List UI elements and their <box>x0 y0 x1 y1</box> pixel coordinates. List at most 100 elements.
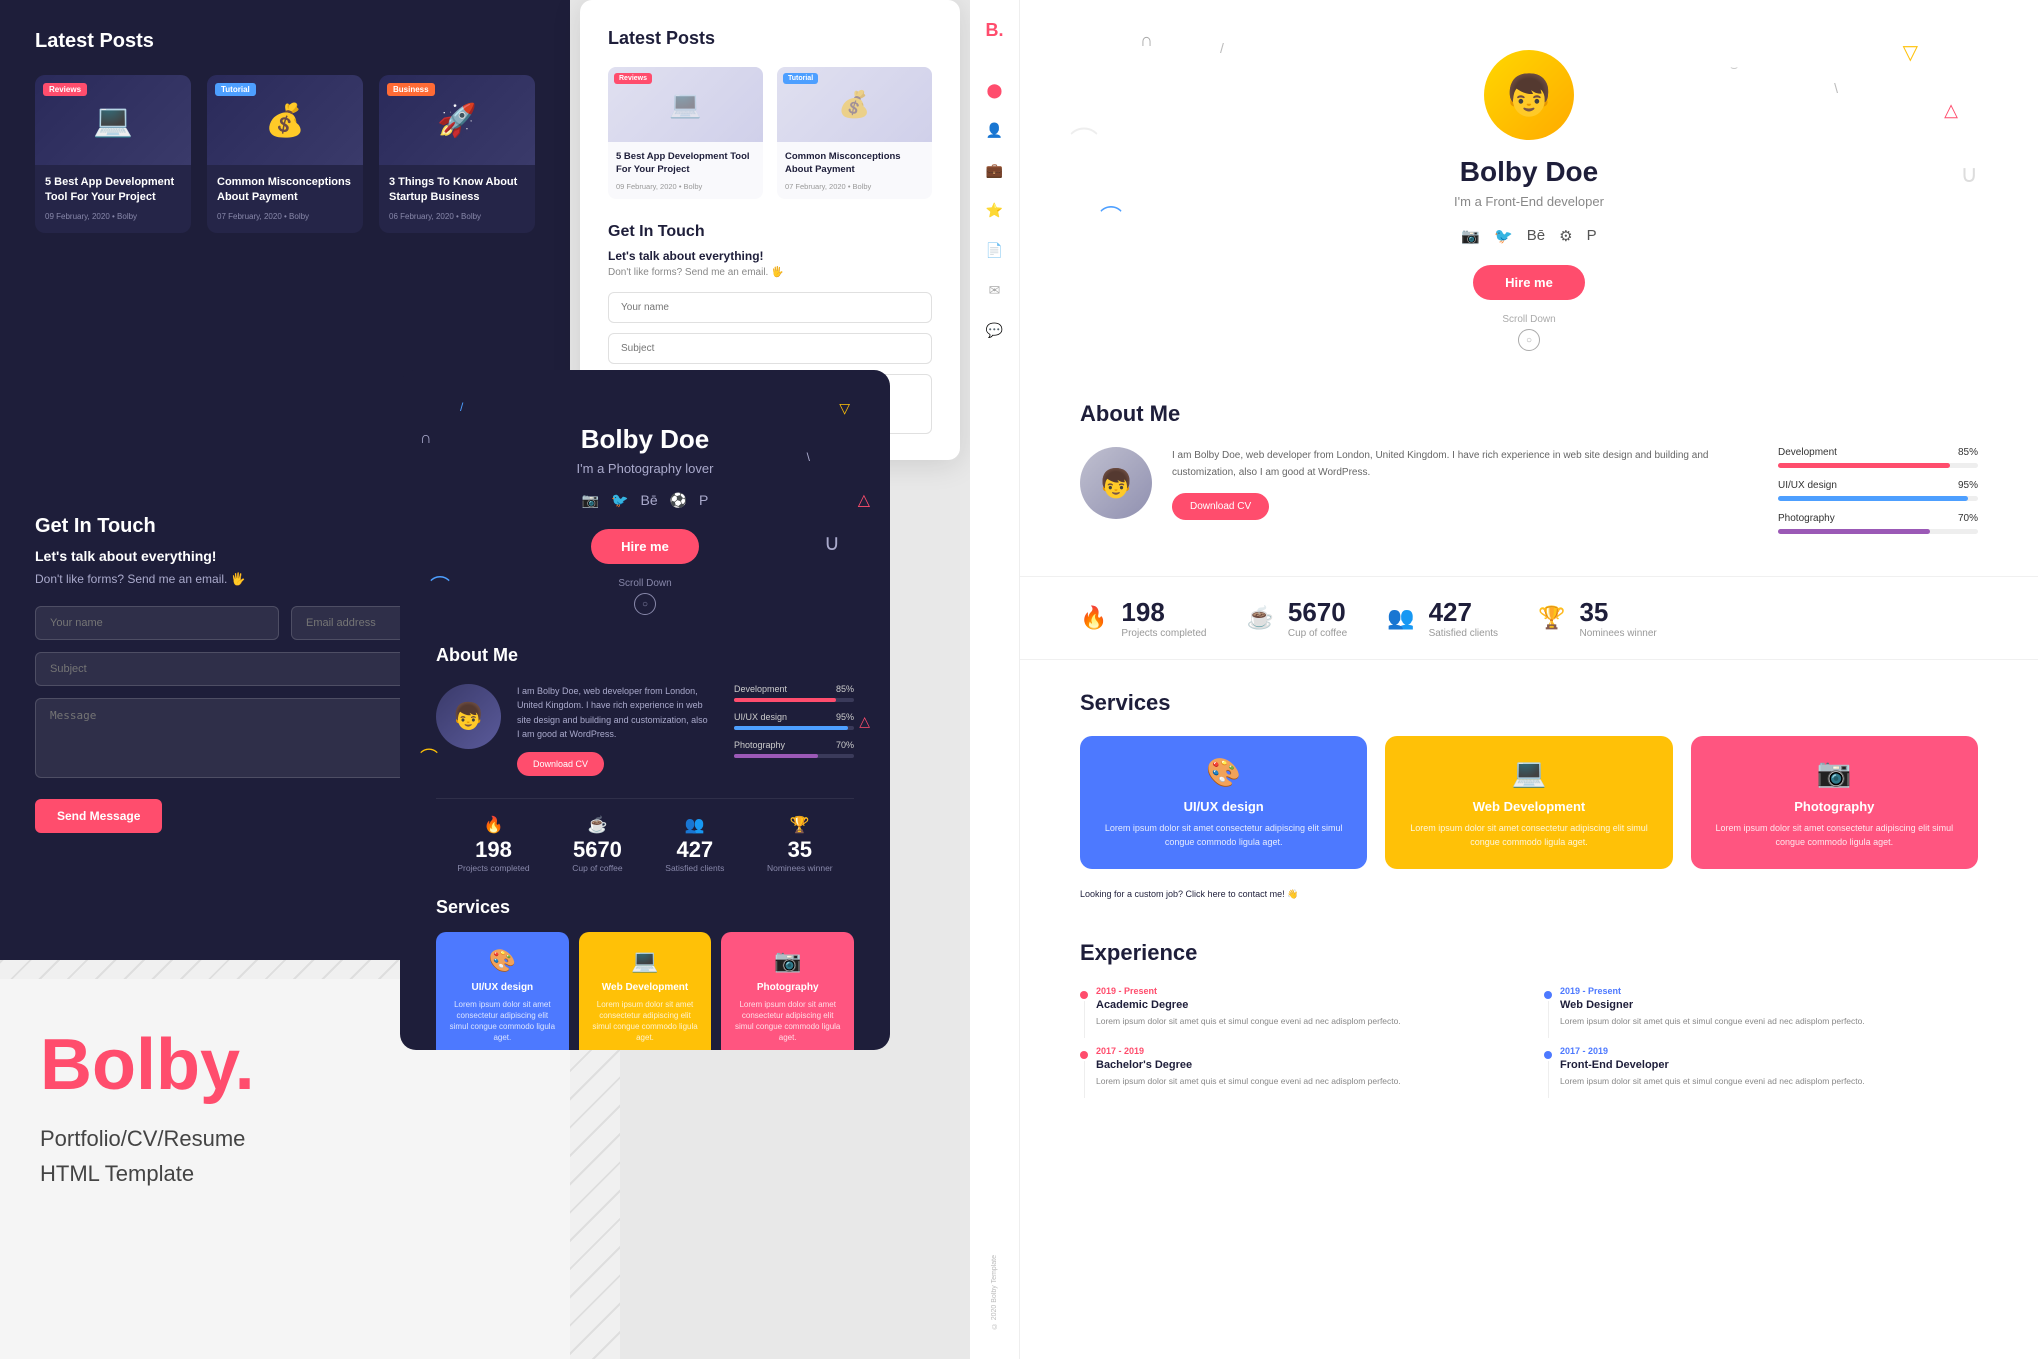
rp-scroll-down: Scroll Down ○ <box>1502 314 1555 351</box>
dark-stats-row: 🔥 198 Projects completed ☕ 5670 Cup of c… <box>436 798 854 873</box>
rp-skills: Development 85% UI/UX design 95% Photogr… <box>1778 447 1978 546</box>
rp-hero-name: Bolby Doe <box>1460 156 1598 188</box>
dark-skills: Development 85% UI/UX design 95% Photogr… <box>734 684 854 768</box>
trophy-icon: 🏆 <box>767 815 833 835</box>
rp-about-title: About Me <box>1080 401 1978 427</box>
sidebar-home-icon[interactable]: ⬤ <box>984 79 1006 101</box>
light-badge-2: Tutorial <box>783 73 818 84</box>
post-image-1: Reviews 💻 <box>35 75 191 165</box>
web-icon: 💻 <box>591 948 700 974</box>
blog-section-title: Latest Posts <box>35 30 535 53</box>
rp-download-cv-button[interactable]: Download CV <box>1172 493 1269 520</box>
rp-exp-item-4: 2017 - 2019 Front-End Developer Lorem ip… <box>1544 1046 1978 1088</box>
instagram-icon[interactable]: 📷 <box>582 492 599 509</box>
light-laptop-icon: 💻 <box>669 89 701 120</box>
rp-service-photo: 📷 Photography Lorem ipsum dolor sit amet… <box>1691 736 1978 869</box>
rp-about-avatar: 👦 <box>1080 447 1152 519</box>
post-meta-3: 06 February, 2020 • Bolby <box>389 212 525 221</box>
rp-custom-job-link[interactable]: Looking for a custom job? Click here to … <box>1080 889 1978 900</box>
right-panel: ▽ ∩ △ ⌒ ∪ / \ ⌒ ⌣ 👦 Bolby Doe I'm a Fron… <box>1020 0 2038 1359</box>
photo-icon: 📷 <box>733 948 842 974</box>
light-post-img-1: Reviews 💻 <box>608 67 763 142</box>
sidebar-mail-icon[interactable]: ✉ <box>984 279 1006 301</box>
rp-services-title: Services <box>1080 690 1978 716</box>
rp-dribbble-icon[interactable]: ⚙ <box>1559 227 1572 245</box>
name-input[interactable] <box>35 606 279 640</box>
send-button[interactable]: Send Message <box>35 799 162 833</box>
dark-about-text: I am Bolby Doe, web developer from Londo… <box>517 684 708 742</box>
sidebar-briefcase-icon[interactable]: 💼 <box>984 159 1006 181</box>
rocket-icon: 🚀 <box>437 101 477 139</box>
rp-web-icon: 💻 <box>1403 756 1654 789</box>
rp-trophy-icon: 🏆 <box>1538 605 1565 631</box>
light-name-input[interactable] <box>608 292 932 323</box>
brand-dot: . <box>235 1025 255 1105</box>
rp-avatar: 👦 <box>1484 50 1574 140</box>
dark-service-ui: 🎨 UI/UX design Lorem ipsum dolor sit ame… <box>436 932 569 1050</box>
scroll-circle: ○ <box>634 593 656 615</box>
rp-services-section: Services 🎨 UI/UX design Lorem ipsum dolo… <box>1020 670 2038 920</box>
dark-scroll-down: Scroll Down ○ <box>618 578 671 615</box>
rp-scroll-circle: ○ <box>1518 329 1540 351</box>
rp-stats-row: 🔥 198 Projects completed ☕ 5670 Cup of c… <box>1020 576 2038 660</box>
post-title-1: 5 Best App Development Tool For Your Pro… <box>45 175 181 206</box>
light-post-1[interactable]: Reviews 💻 5 Best App Development Tool Fo… <box>608 67 763 199</box>
light-post-2[interactable]: Tutorial 💰 Common Misconceptions About P… <box>777 67 932 199</box>
people-icon: 👥 <box>665 815 724 835</box>
dark-service-photo: 📷 Photography Lorem ipsum dolor sit amet… <box>721 932 854 1050</box>
behance-icon[interactable]: Bē <box>640 492 657 509</box>
dark-services-grid: 🎨 UI/UX design Lorem ipsum dolor sit ame… <box>436 932 854 1050</box>
sidebar-star-icon[interactable]: ⭐ <box>984 199 1006 221</box>
dark-hero-name: Bolby Doe <box>581 424 710 455</box>
laptop-icon: 💻 <box>93 101 133 139</box>
post-badge-1: Reviews <box>43 83 87 96</box>
rp-hire-button[interactable]: Hire me <box>1473 265 1585 300</box>
pinterest-icon[interactable]: P <box>699 492 708 509</box>
dark-stat-projects: 🔥 198 Projects completed <box>457 815 529 873</box>
dark-download-cv-button[interactable]: Download CV <box>517 752 604 776</box>
light-subject-input[interactable] <box>608 333 932 364</box>
posts-grid: Reviews 💻 5 Best App Development Tool Fo… <box>35 75 535 233</box>
rp-experience-grid: 2019 - Present Academic Degree Lorem ips… <box>1080 986 1978 1106</box>
rp-instagram-icon[interactable]: 📷 <box>1461 227 1480 245</box>
post-card-3[interactable]: Business 🚀 3 Things To Know About Startu… <box>379 75 535 233</box>
dark-stat-clients: 👥 427 Satisfied clients <box>665 815 724 873</box>
rp-behance-icon[interactable]: Bē <box>1527 227 1545 245</box>
rp-twitter-icon[interactable]: 🐦 <box>1494 227 1513 245</box>
dribbble-icon[interactable]: ⚽ <box>670 492 687 509</box>
sidebar-logo: B. <box>985 20 1003 41</box>
post-card-1[interactable]: Reviews 💻 5 Best App Development Tool Fo… <box>35 75 191 233</box>
rp-pinterest-icon[interactable]: P <box>1587 227 1597 245</box>
post-image-2: Tutorial 💰 <box>207 75 363 165</box>
rp-social-icons: 📷 🐦 Bē ⚙ P <box>1461 227 1596 245</box>
sidebar-copyright: © 2020 Bolby Template <box>991 1255 998 1329</box>
sidebar-user-icon[interactable]: 👤 <box>984 119 1006 141</box>
sidebar-file-icon[interactable]: 📄 <box>984 239 1006 261</box>
light-post-meta-1: 09 February, 2020 • Bolby <box>616 182 755 191</box>
brand-subtitle: Portfolio/CV/Resume HTML Template <box>40 1121 530 1191</box>
dark-about-title: About Me <box>436 645 854 666</box>
twitter-icon[interactable]: 🐦 <box>611 492 628 509</box>
post-card-2[interactable]: Tutorial 💰 Common Misconceptions About P… <box>207 75 363 233</box>
rp-hero-section: ▽ ∩ △ ⌒ ∪ / \ ⌒ ⌣ 👦 Bolby Doe I'm a Fron… <box>1020 0 2038 381</box>
light-contact-subtext: Don't like forms? Send me an email. 🖐 <box>608 267 932 278</box>
rp-services-grid: 🎨 UI/UX design Lorem ipsum dolor sit ame… <box>1080 736 1978 869</box>
rp-stat-clients: 👥 427 Satisfied clients <box>1387 597 1498 639</box>
dark-about-section: About Me 👦 I am Bolby Doe, web developer… <box>436 645 854 776</box>
dark-hero-role: I'm a Photography lover <box>577 461 714 476</box>
dark-stat-nominees: 🏆 35 Nominees winner <box>767 815 833 873</box>
dark-hire-button[interactable]: Hire me <box>591 529 699 564</box>
sidebar-chat-icon[interactable]: 💬 <box>984 319 1006 341</box>
rp-ui-icon: 🎨 <box>1098 756 1349 789</box>
rp-about-section: About Me 👦 I am Bolby Doe, web developer… <box>1020 381 2038 566</box>
rp-stat-coffee: ☕ 5670 Cup of coffee <box>1246 597 1347 639</box>
light-blog-title: Latest Posts <box>608 28 932 49</box>
dark-services-title: Services <box>436 897 854 918</box>
light-post-meta-2: 07 February, 2020 • Bolby <box>785 182 924 191</box>
rp-stat-nominees: 🏆 35 Nominees winner <box>1538 597 1657 639</box>
light-contact-subtitle: Let's talk about everything! <box>608 249 932 263</box>
post-title-3: 3 Things To Know About Startup Business <box>389 175 525 206</box>
rp-exp-col-right: 2019 - Present Web Designer Lorem ipsum … <box>1544 986 1978 1106</box>
rp-exp-col-left: 2019 - Present Academic Degree Lorem ips… <box>1080 986 1514 1106</box>
rp-exp-item-1: 2019 - Present Academic Degree Lorem ips… <box>1080 986 1514 1028</box>
